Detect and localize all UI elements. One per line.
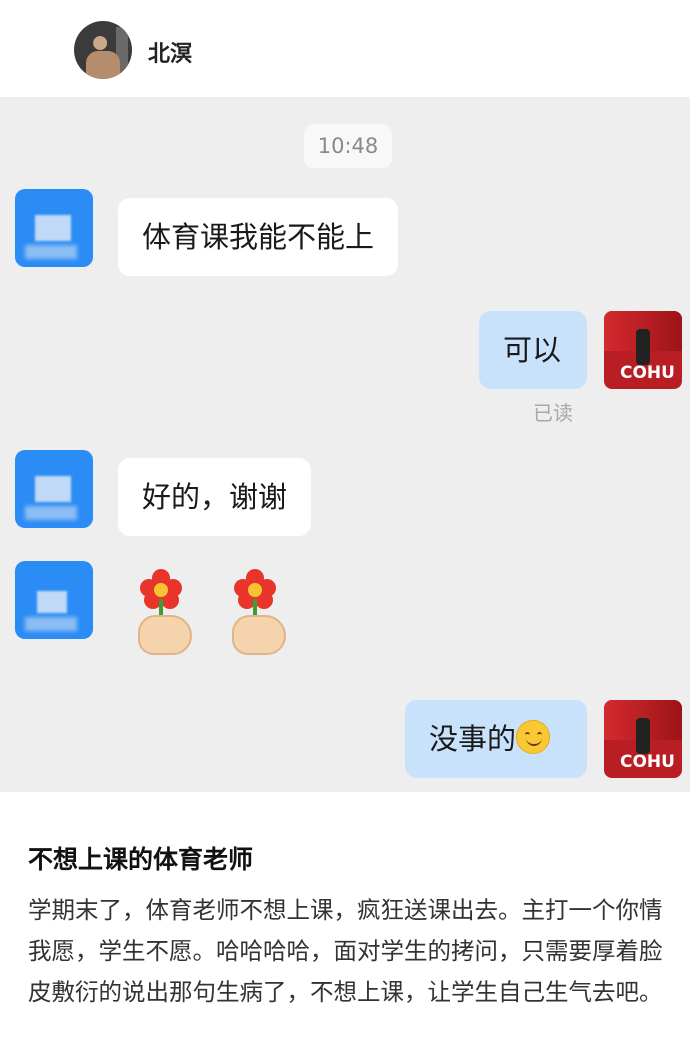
incoming-emoji-message[interactable] bbox=[134, 569, 290, 659]
avatar-figure bbox=[636, 718, 650, 754]
outgoing-message-bubble[interactable]: 没事的 bbox=[405, 700, 587, 778]
blurred-avatar-content bbox=[35, 215, 71, 241]
article-section: 不想上课的体育老师 学期末了，体育老师不想上课，疯狂送课出去。主打一个你情我愿，… bbox=[0, 792, 690, 1058]
avatar-brand-text: COHU bbox=[620, 363, 675, 383]
my-avatar[interactable]: COHU bbox=[604, 311, 682, 389]
outgoing-message-bubble[interactable]: 可以 bbox=[479, 311, 587, 389]
flower-in-hand-icon bbox=[228, 569, 290, 659]
chat-header: 北溟 bbox=[0, 0, 690, 97]
incoming-message-bubble[interactable]: 体育课我能不能上 bbox=[118, 198, 399, 276]
sender-avatar[interactable] bbox=[15, 189, 93, 267]
contact-name[interactable]: 北溟 bbox=[148, 36, 192, 68]
article-title: 不想上课的体育老师 bbox=[28, 845, 254, 874]
blurred-avatar-content bbox=[25, 617, 77, 631]
incoming-message-bubble[interactable]: 好的，谢谢 bbox=[118, 458, 312, 536]
blurred-avatar-content bbox=[35, 476, 71, 502]
chat-thread[interactable]: 10:48 体育课我能不能上 可以 COHU 已读 好的，谢谢 没事的 COHU bbox=[0, 97, 690, 792]
avatar-figure bbox=[636, 329, 650, 365]
sender-avatar[interactable] bbox=[15, 561, 93, 639]
blurred-avatar-content bbox=[25, 245, 77, 259]
avatar-brand-text: COHU bbox=[620, 752, 675, 772]
smiling-face-icon bbox=[516, 720, 551, 754]
avatar-photo-figure bbox=[86, 51, 120, 79]
article-body: 学期末了，体育老师不想上课，疯狂送课出去。主打一个你情我愿，学生不愿。哈哈哈哈，… bbox=[28, 896, 663, 1006]
blurred-avatar-content bbox=[25, 506, 77, 520]
outgoing-message-text: 没事的 bbox=[429, 722, 517, 756]
message-timestamp: 10:48 bbox=[304, 124, 392, 168]
flower-in-hand-icon bbox=[134, 569, 196, 659]
sender-avatar[interactable] bbox=[15, 450, 93, 528]
my-avatar[interactable]: COHU bbox=[604, 700, 682, 778]
blurred-avatar-content bbox=[37, 591, 67, 613]
read-receipt: 已读 bbox=[533, 401, 573, 425]
contact-avatar[interactable] bbox=[74, 21, 132, 79]
